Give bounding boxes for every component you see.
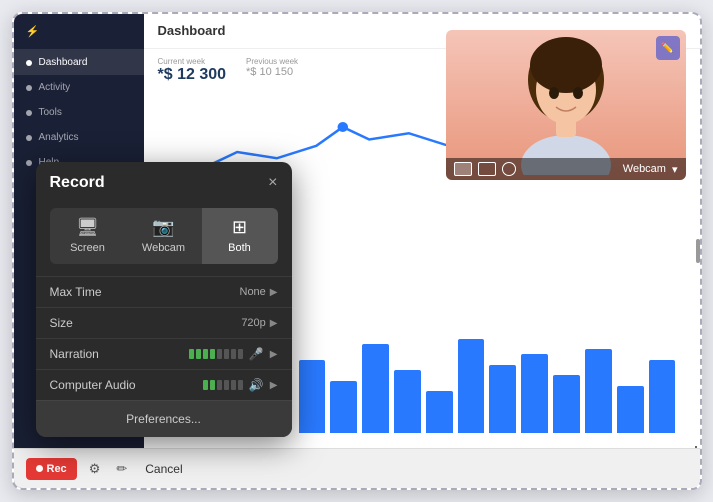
max-time-chevron[interactable]: ▶: [270, 287, 278, 298]
bottom-bar: Rec ⚙ ✏ Cancel: [14, 448, 700, 488]
logo-text: ⚡: [26, 25, 40, 38]
vol-seg-6: [224, 349, 229, 359]
bar-chart-area: [289, 318, 686, 438]
size-value: 720p: [241, 317, 265, 329]
webcam-circle-shape-btn[interactable]: [502, 162, 516, 176]
record-mode-buttons: 🖥 Screen 📷 Webcam ⊞ Both: [36, 200, 292, 276]
record-title: Record: [50, 174, 105, 192]
sidebar-item-analytics[interactable]: Analytics: [14, 125, 144, 150]
sidebar-item-tools[interactable]: Tools: [14, 100, 144, 125]
current-week-value: *$ 12 300: [158, 66, 227, 84]
size-chevron[interactable]: ▶: [270, 318, 278, 329]
sidebar-item-dashboard[interactable]: Dashboard: [14, 50, 144, 75]
screen-icon: 🖥: [76, 218, 99, 236]
sidebar-label-dashboard: Dashboard: [39, 57, 88, 68]
sidebar-label-activity: Activity: [39, 82, 71, 93]
screen-mode-label: Screen: [70, 242, 105, 254]
narration-row: Narration 🎤 ▶: [36, 338, 292, 369]
record-close-button[interactable]: ×: [268, 175, 277, 191]
computer-audio-volume-bar: [203, 380, 243, 390]
audio-seg-6: [238, 380, 243, 390]
preferences-button[interactable]: Preferences...: [36, 400, 292, 437]
record-dialog: Record × 🖥 Screen 📷 Webcam ⊞ Both Max Ti…: [36, 162, 292, 437]
previous-week-value: *$ 10 150: [246, 66, 298, 78]
current-week-metric: Current week *$ 12 300: [158, 57, 227, 84]
dashboard-title: Dashboard: [158, 23, 226, 38]
size-label: Size: [50, 316, 242, 330]
nav-dot-tools: [26, 110, 32, 116]
max-time-row: Max Time None ▶: [36, 276, 292, 307]
cancel-button[interactable]: Cancel: [139, 458, 188, 480]
bar-11: [617, 386, 644, 433]
webcam-edit-button[interactable]: ✏️: [656, 36, 680, 60]
webcam-controls-bar: Webcam ▾: [446, 158, 686, 180]
sidebar-item-activity[interactable]: Activity: [14, 75, 144, 100]
max-time-value: None: [240, 286, 266, 298]
audio-seg-5: [231, 380, 236, 390]
edit-button[interactable]: ✏: [112, 457, 131, 481]
sidebar-label-analytics: Analytics: [39, 132, 79, 143]
vol-seg-2: [196, 349, 201, 359]
both-mode-btn[interactable]: ⊞ Both: [202, 208, 278, 264]
vol-seg-1: [189, 349, 194, 359]
previous-week-label: Previous week: [246, 57, 298, 66]
bar-12: [649, 360, 676, 434]
nav-dot-analytics: [26, 135, 32, 141]
narration-chevron[interactable]: ▶: [270, 349, 278, 360]
person-silhouette: [506, 35, 626, 175]
bar-4: [394, 370, 421, 433]
size-row: Size 720p ▶: [36, 307, 292, 338]
both-mode-label: Both: [228, 242, 251, 254]
audio-seg-3: [217, 380, 222, 390]
webcam-preview: ✏️ Webcam ▾: [446, 30, 686, 180]
nav-dot-dashboard: [26, 60, 32, 66]
settings-button[interactable]: ⚙: [85, 457, 105, 481]
max-time-label: Max Time: [50, 285, 240, 299]
rec-dot: [36, 465, 43, 472]
nav-dot-activity: [26, 85, 32, 91]
current-week-label: Current week: [158, 57, 227, 66]
vol-seg-3: [203, 349, 208, 359]
bar-9: [553, 375, 580, 433]
bar-3: [362, 344, 389, 433]
audio-seg-2: [210, 380, 215, 390]
webcam-mode-btn[interactable]: 📷 Webcam: [126, 208, 202, 264]
bar-5: [426, 391, 453, 433]
computer-audio-chevron[interactable]: ▶: [270, 380, 278, 391]
sidebar-label-tools: Tools: [39, 107, 62, 118]
rec-label: Rec: [47, 463, 67, 475]
bar-7: [489, 365, 516, 433]
webcam-mode-label: Webcam: [142, 242, 185, 254]
rec-button[interactable]: Rec: [26, 458, 77, 480]
vol-seg-4: [210, 349, 215, 359]
computer-audio-label: Computer Audio: [50, 378, 203, 392]
computer-audio-speaker-icon[interactable]: 🔊: [249, 378, 264, 392]
bar-1: [299, 360, 326, 434]
narration-volume-bar: [189, 349, 243, 359]
vol-seg-8: [238, 349, 243, 359]
record-title-bar: Record ×: [36, 162, 292, 200]
narration-mic-icon[interactable]: 🎤: [249, 347, 264, 361]
audio-seg-4: [224, 380, 229, 390]
bar-8: [521, 354, 548, 433]
bar-10: [585, 349, 612, 433]
both-icon: ⊞: [232, 218, 247, 236]
main-container: ⚡ Dashboard Activity Tools Analytics Hel…: [12, 12, 702, 490]
audio-seg-1: [203, 380, 208, 390]
webcam-label: Webcam: [623, 163, 666, 175]
webcam-dropdown-btn[interactable]: ▾: [672, 163, 678, 176]
bar-2: [330, 381, 357, 434]
webcam-rect2-shape-btn[interactable]: [478, 162, 496, 176]
bar-6: [458, 339, 485, 434]
screen-mode-btn[interactable]: 🖥 Screen: [50, 208, 126, 264]
computer-audio-row: Computer Audio 🔊 ▶: [36, 369, 292, 400]
vol-seg-7: [231, 349, 236, 359]
previous-week-metric: Previous week *$ 10 150: [246, 57, 298, 84]
vol-seg-5: [217, 349, 222, 359]
webcam-rect-shape-btn[interactable]: [454, 162, 472, 176]
webcam-icon: 📷: [152, 218, 174, 236]
sidebar-logo: ⚡: [14, 14, 144, 50]
narration-label: Narration: [50, 347, 189, 361]
nav-dot-help: [26, 160, 32, 166]
